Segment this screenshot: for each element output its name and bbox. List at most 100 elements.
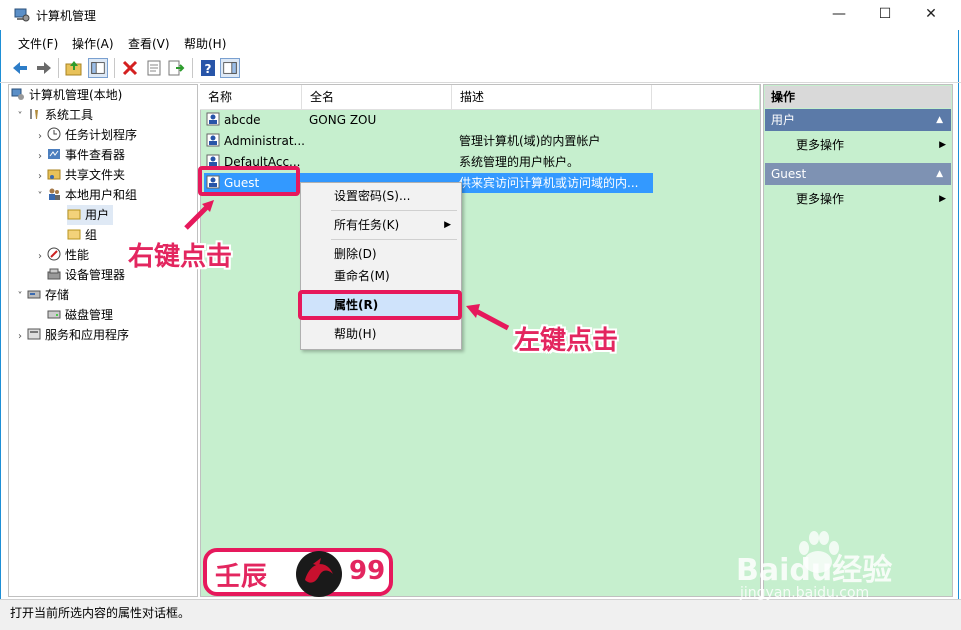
brand-badge: 壬辰 99 <box>203 548 393 597</box>
actions-section-users[interactable]: 用户 ▲ <box>765 109 951 131</box>
user-name: abcde <box>224 113 261 127</box>
context-rename[interactable]: 重命名(M) <box>301 265 459 287</box>
arrow-to-guest-icon <box>184 200 214 230</box>
menu-separator <box>331 239 457 240</box>
context-delete[interactable]: 删除(D) <box>301 243 459 265</box>
tree-item-users[interactable]: 用户 <box>67 205 114 225</box>
tools-icon <box>30 109 38 119</box>
brand-text-right: 99 <box>349 556 386 586</box>
tree-item-storage[interactable]: ˅ 存储 <box>13 285 70 307</box>
submenu-arrow-icon: ▶ <box>444 220 451 230</box>
chevron-down-icon[interactable]: ˅ <box>13 107 27 127</box>
chevron-right-icon[interactable]: › <box>33 167 47 187</box>
chevron-right-icon[interactable]: › <box>33 247 47 267</box>
watermark-main: Baidu经验 <box>736 553 893 588</box>
status-bar: 打开当前所选内容的属性对话框。 <box>0 599 961 630</box>
column-header-fullname[interactable]: 全名 <box>302 85 452 109</box>
context-set-password[interactable]: 设置密码(S)... <box>301 185 459 207</box>
window-title: 计算机管理 <box>36 9 97 23</box>
list-item-abcde[interactable]: abcde GONG ZOU <box>204 110 654 130</box>
section-label: 用户 <box>771 113 796 127</box>
computer-management-icon <box>11 88 24 100</box>
right-click-annotation: 右键点击 <box>128 242 233 272</box>
more-actions-label: 更多操作 <box>796 138 845 152</box>
menu-file[interactable]: 文件(F) <box>18 35 58 52</box>
user-name: Administrat... <box>224 134 305 148</box>
tree-item-label: 系统工具 <box>45 108 94 122</box>
chevron-right-icon[interactable]: › <box>13 327 27 347</box>
guest-highlight-box <box>198 166 300 196</box>
actions-section-guest[interactable]: Guest ▲ <box>765 163 951 185</box>
performance-icon <box>47 247 61 261</box>
tree-item-label: 计算机管理(本地) <box>29 88 123 102</box>
computer-management-icon <box>14 8 30 22</box>
menu-view[interactable]: 查看(V) <box>128 35 170 52</box>
more-actions-users[interactable]: 更多操作 ▶ <box>796 135 946 155</box>
column-header-description[interactable]: 描述 <box>452 85 652 109</box>
minimize-button[interactable]: — <box>816 0 862 30</box>
tree-item-label: 事件查看器 <box>65 148 126 162</box>
tree-item-label: 共享文件夹 <box>65 168 126 182</box>
console-tree: 计算机管理(本地) ˅ 系统工具 › 任务计划程序 › 事件查看器 › 共享文件夹 ˅ 本… <box>8 84 198 597</box>
column-header-name[interactable]: 名称 <box>200 85 302 109</box>
tree-item-groups[interactable]: 组 <box>67 225 97 245</box>
services-icon <box>27 328 41 340</box>
collapse-icon[interactable]: ▲ <box>936 109 943 131</box>
maximize-button[interactable]: ☐ <box>862 0 908 30</box>
context-all-tasks[interactable]: 所有任务(K) ▶ <box>301 214 459 236</box>
chevron-down-icon[interactable]: ˅ <box>13 287 27 307</box>
chevron-right-icon[interactable]: › <box>33 127 47 147</box>
tree-item-root[interactable]: 计算机管理(本地) <box>11 85 122 105</box>
event-viewer-icon <box>48 149 60 159</box>
folder-icon <box>67 209 81 220</box>
menu-action[interactable]: 操作(A) <box>72 35 114 52</box>
properties-icon[interactable] <box>144 58 164 78</box>
watermark-sub: jingyan.baidu.com <box>740 585 870 601</box>
properties-highlight-box <box>298 290 462 320</box>
toolbar-separator <box>192 58 193 78</box>
delete-icon[interactable] <box>120 58 140 78</box>
tree-item-shared-folders[interactable]: › 共享文件夹 <box>33 165 125 185</box>
collapse-icon[interactable]: ▲ <box>936 163 943 185</box>
left-click-annotation: 左键点击 <box>514 326 619 356</box>
chevron-right-icon[interactable]: › <box>33 147 47 167</box>
tree-item-label: 性能 <box>65 248 90 262</box>
tree-item-performance[interactable]: › 性能 <box>33 245 89 265</box>
toolbar-separator <box>58 58 59 78</box>
menu-help[interactable]: 帮助(H) <box>184 35 226 52</box>
context-menu: 设置密码(S)... 所有任务(K) ▶ 删除(D) 重命名(M) 属性(R) 帮… <box>300 182 462 350</box>
export-list-icon[interactable] <box>166 58 186 78</box>
arrow-to-properties-icon <box>466 304 510 331</box>
section-label: Guest <box>771 167 807 181</box>
tree-item-label: 磁盘管理 <box>65 308 114 322</box>
tree-item-label: 组 <box>85 228 98 242</box>
help-icon[interactable]: ? <box>198 58 218 78</box>
tree-item-event-viewer[interactable]: › 事件查看器 <box>33 145 125 165</box>
tree-item-services-apps[interactable]: › 服务和应用程序 <box>13 325 129 345</box>
forward-arrow-icon[interactable] <box>34 58 54 78</box>
tree-item-local-users[interactable]: ˅ 本地用户和组 <box>33 185 138 207</box>
svg-text:?: ? <box>205 62 212 76</box>
actions-pane: 操作 用户 ▲ 更多操作 ▶ Guest ▲ 更多操作 ▶ <box>763 84 953 597</box>
list-item-administrator[interactable]: Administrat... 管理计算机(域)的内置帐户 <box>204 131 654 151</box>
tree-item-system-tools[interactable]: ˅ 系统工具 <box>13 105 94 127</box>
user-description: 供来宾访问计算机或访问域的内... <box>459 176 639 190</box>
submenu-arrow-icon: ▶ <box>939 140 946 150</box>
tree-item-label: 存储 <box>45 288 70 302</box>
show-hide-console-tree-icon[interactable] <box>88 58 108 78</box>
more-actions-guest[interactable]: 更多操作 ▶ <box>796 189 946 209</box>
tree-item-disk-management[interactable]: 磁盘管理 <box>47 305 113 325</box>
close-button[interactable]: ✕ <box>908 0 954 30</box>
tree-item-label: 设备管理器 <box>65 268 126 282</box>
context-help[interactable]: 帮助(H) <box>301 323 459 345</box>
chevron-down-icon[interactable]: ˅ <box>33 187 47 207</box>
tree-item-task-scheduler[interactable]: › 任务计划程序 <box>33 125 137 145</box>
disk-icon <box>47 310 61 319</box>
dragon-logo-icon <box>296 551 342 597</box>
show-hide-action-pane-icon[interactable] <box>220 58 240 78</box>
storage-icon <box>27 290 41 299</box>
tree-item-device-manager[interactable]: 设备管理器 <box>47 265 125 285</box>
back-arrow-icon[interactable] <box>10 58 30 78</box>
up-folder-icon[interactable] <box>64 58 84 78</box>
tree-item-label: 本地用户和组 <box>65 188 138 202</box>
